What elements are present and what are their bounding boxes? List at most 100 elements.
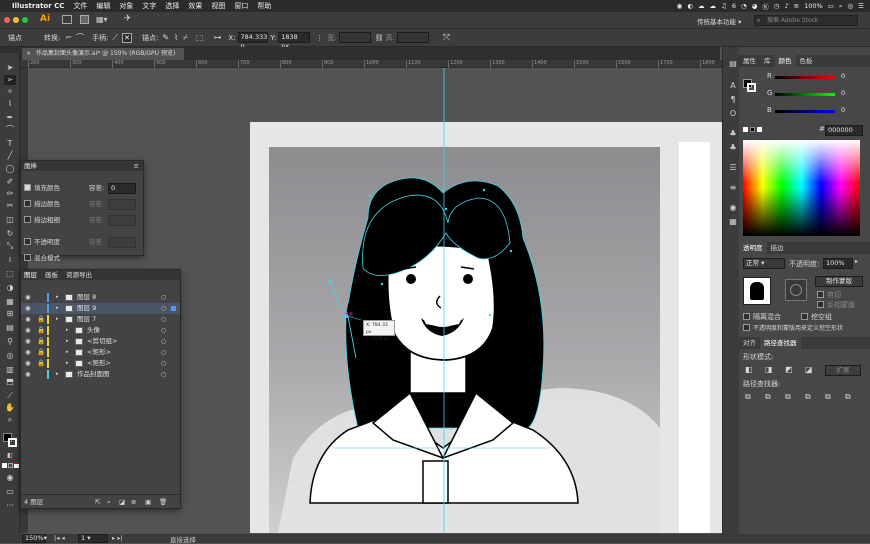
visibility-eye-icon[interactable]: ◉	[25, 347, 31, 358]
graph-tool-icon[interactable]: ▥	[4, 365, 16, 375]
siri-icon[interactable]: ◎	[848, 2, 854, 10]
unite-icon[interactable]: ◧	[745, 365, 753, 374]
target-icon[interactable]: ○	[161, 336, 166, 347]
scale-tool-icon[interactable]: ⤡	[4, 241, 16, 251]
width-input[interactable]	[338, 32, 371, 43]
pen-tool-icon[interactable]: ✒	[4, 113, 16, 123]
transform-icon[interactable]: ⤧	[443, 33, 450, 43]
b-input[interactable]: 0	[839, 106, 861, 117]
align-panel-icon[interactable]: ☰	[727, 163, 739, 173]
battery-level[interactable]: 100%	[804, 2, 823, 10]
blend-tool-icon[interactable]: ◎	[4, 351, 16, 361]
notification-count[interactable]: 6	[732, 2, 736, 10]
invert-mask-checkbox[interactable]: 反相蒙版	[817, 300, 855, 310]
direct-selection-tool-icon[interactable]: ➢	[4, 75, 16, 85]
tab-libraries[interactable]: 库	[760, 55, 775, 67]
paragraph-icon[interactable]: ¶	[727, 95, 739, 105]
visibility-eye-icon[interactable]: ◉	[25, 292, 31, 303]
menu-object[interactable]: 对象	[119, 1, 133, 11]
stock-search-input[interactable]: ⌕ 搜索 Adobe Stock	[754, 15, 858, 26]
screen-mode-icon[interactable]: ▭	[4, 487, 16, 497]
menu-help[interactable]: 帮助	[257, 1, 271, 11]
expand-arrow-icon[interactable]: ▸	[66, 347, 69, 358]
new-layer-icon[interactable]: ▣	[145, 495, 151, 509]
chat-icon[interactable]: ◔	[741, 2, 747, 10]
symbols-icon[interactable]: ♣	[727, 129, 739, 139]
tab-align[interactable]: 对齐	[739, 337, 760, 349]
layer-row[interactable]: ◉ ▸ 图层 9 ○	[21, 303, 180, 314]
magic-wand-panel-title[interactable]: 魔棒 ≡	[21, 161, 143, 171]
stroke-swatch[interactable]	[8, 438, 17, 447]
workspace-switcher[interactable]: 传统基本功能 ▾	[697, 16, 741, 26]
layer-row[interactable]: ◉ 🔒 ▸ 头像 ○	[21, 325, 180, 336]
align-icon[interactable]: ⊶	[213, 33, 221, 42]
menu-edit[interactable]: 编辑	[96, 1, 110, 11]
menu-file[interactable]: 文件	[73, 1, 87, 11]
trim-icon[interactable]: ⧉	[765, 392, 771, 402]
target-icon[interactable]: ○	[161, 347, 166, 358]
volume-icon[interactable]: ♪	[785, 2, 789, 10]
exclude-icon[interactable]: ◪	[805, 365, 813, 374]
convert-corner-icon[interactable]: ⌐	[65, 33, 72, 42]
target-icon[interactable]: ○	[161, 303, 166, 314]
target-icon[interactable]: ○	[161, 325, 166, 336]
tab-color[interactable]: 颜色	[774, 55, 796, 67]
tolerance-input[interactable]: 0	[108, 183, 136, 194]
artboard-select[interactable]: 1 ▾	[78, 534, 108, 543]
intersect-icon[interactable]: ◩	[785, 365, 793, 374]
remove-anchor-icon[interactable]: ✎	[162, 33, 169, 42]
magic-wand-option[interactable]: 描边粗细 容差:	[24, 215, 142, 226]
curvature-tool-icon[interactable]: ⌒	[4, 125, 16, 135]
mask-thumbnail[interactable]	[785, 279, 807, 301]
outline-icon[interactable]: ⧉	[825, 392, 831, 402]
mesh-tool-icon[interactable]: ⊞	[4, 309, 16, 319]
opacity-input[interactable]: 100%	[823, 258, 853, 269]
merge-icon[interactable]: ⧉	[785, 392, 791, 402]
tab-layers[interactable]: 图层	[24, 270, 37, 280]
option-checkbox[interactable]	[24, 200, 31, 207]
magic-wand-tool-icon[interactable]: ✧	[4, 87, 16, 97]
menu-effect[interactable]: 效果	[188, 1, 202, 11]
minus-back-icon[interactable]: ⧉	[845, 392, 851, 402]
hand-tool-icon[interactable]: ✋	[4, 403, 16, 413]
layer-row[interactable]: ◉ 🔒 ▸ <矩形> ○	[21, 347, 180, 358]
document-tab[interactable]: × 作品集封面头像演示.ai* @ 150% (RGB/GPU 预览)	[22, 48, 184, 60]
layer-row[interactable]: ◉ 🔒 ▸ <矩形> ○	[21, 358, 180, 369]
bell-icon[interactable]: ♫	[721, 2, 727, 10]
locate-object-icon[interactable]: ⌕	[107, 495, 111, 509]
expand-arrow-icon[interactable]: ▸	[56, 314, 59, 325]
lock-icon[interactable]: 🔒	[37, 358, 45, 369]
object-thumbnail[interactable]	[743, 277, 771, 305]
chat-icon[interactable]: ◕	[752, 2, 758, 10]
cut-path-icon[interactable]: ⌿	[183, 33, 188, 43]
hex-input[interactable]: 000000	[825, 125, 863, 136]
layer-row[interactable]: ◉ 🔒 ▸ <剪切组> ○	[21, 336, 180, 347]
next-artboard-icon[interactable]: ▸ ▸|	[112, 534, 123, 542]
lock-icon[interactable]: 🔒	[37, 314, 45, 325]
more-tools-icon[interactable]: ···	[4, 501, 16, 511]
stroke-panel-icon[interactable]: ≡	[727, 183, 739, 193]
warp-tool-icon[interactable]: ≀	[4, 255, 16, 265]
delete-layer-icon[interactable]: 🗑	[159, 495, 167, 509]
height-input[interactable]	[396, 32, 429, 43]
list-icon[interactable]: ☰	[858, 2, 864, 10]
target-icon[interactable]: ○	[161, 292, 166, 303]
gradient-tool-icon[interactable]: ▤	[4, 323, 16, 333]
menu-window[interactable]: 窗口	[234, 1, 248, 11]
opacity-mask-knockout-checkbox[interactable]: 不透明度和蒙版用来定义挖空形状	[743, 323, 843, 332]
character-icon[interactable]: A	[727, 81, 739, 91]
layout-icon[interactable]: ▦▾	[96, 15, 108, 24]
magic-wand-option[interactable]: 混合模式	[24, 253, 142, 264]
menu-select[interactable]: 选择	[165, 1, 179, 11]
tab-artboards[interactable]: 画板	[45, 270, 58, 280]
zoom-select[interactable]: 150%▾	[22, 534, 47, 543]
expand-arrow-icon[interactable]: ▸	[66, 336, 69, 347]
option-checkbox[interactable]	[24, 254, 31, 261]
color-stroke-swatch[interactable]	[747, 83, 756, 92]
expand-arrow-icon[interactable]: ▸	[56, 303, 59, 314]
expand-arrow-icon[interactable]: ▸	[66, 325, 69, 336]
magic-wand-option[interactable]: 填充颜色 容差: 0	[24, 183, 142, 194]
scissors-tool-icon[interactable]: ✂	[4, 201, 16, 211]
selection-indicator[interactable]	[171, 306, 176, 311]
draw-mode-icon[interactable]: ◉	[4, 473, 16, 483]
